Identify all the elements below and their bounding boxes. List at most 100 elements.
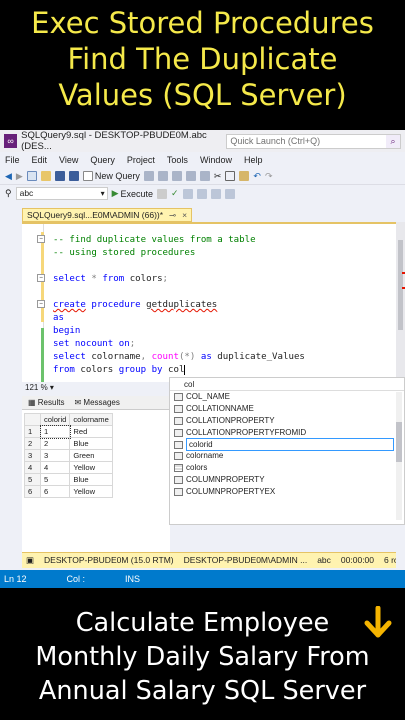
table-row[interactable]: 6 6 Yellow	[24, 485, 113, 498]
query-editor[interactable]: − − − -- find duplicate values from a ta…	[22, 222, 396, 384]
intellisense-item[interactable]: colorname	[170, 450, 404, 462]
forward-icon[interactable]: ▶	[16, 171, 23, 182]
status-line: Ln 12	[4, 574, 27, 584]
intellisense-item[interactable]: COLLATIONPROPERTY	[170, 415, 404, 427]
ssms-logo-icon: ∞	[4, 134, 18, 148]
connect-icon[interactable]: ⚲	[5, 188, 12, 199]
status-time: 00:00:00	[340, 555, 375, 565]
db-query-icon[interactable]	[143, 171, 154, 181]
code-line: begin	[53, 326, 81, 336]
table-row[interactable]: 1 1 Red	[24, 424, 113, 439]
editor-gutter: − − −	[22, 224, 45, 384]
plan-icon[interactable]	[196, 188, 207, 199]
change-marker	[41, 328, 44, 384]
menu-file[interactable]: File	[5, 155, 20, 165]
stop-icon[interactable]	[157, 188, 168, 199]
results-to-grid-icon[interactable]	[182, 188, 193, 199]
status-column: Col :	[66, 574, 86, 584]
collapse-toggle-icon[interactable]: −	[37, 274, 45, 282]
code-line: create procedure getduplicates	[53, 300, 218, 310]
intellisense-item[interactable]: colors	[170, 462, 404, 474]
column-icon	[174, 452, 183, 461]
close-icon[interactable]: ×	[182, 209, 187, 221]
cut-icon[interactable]: ✂	[214, 171, 222, 182]
dax-query-icon[interactable]	[199, 171, 210, 181]
intellisense-item[interactable]: COLUMNPROPERTYEX	[170, 486, 404, 498]
open-folder-icon[interactable]	[40, 171, 51, 181]
editor-scrollbar[interactable]	[396, 222, 405, 382]
title-line-1: Exec Stored Procedures	[31, 6, 374, 40]
code-line: as	[53, 313, 64, 323]
save-icon[interactable]	[54, 171, 65, 181]
database-select[interactable]: abc	[15, 187, 108, 200]
status-user: DESKTOP-PBUDE0M\ADMIN ...	[183, 555, 308, 565]
pin-icon[interactable]: ⊸	[169, 209, 176, 221]
title-line-2: Find The Duplicate	[67, 42, 338, 76]
column-header[interactable]: colorname	[69, 413, 113, 426]
video-title-top: Exec Stored Procedures Find The Duplicat…	[0, 0, 405, 128]
parse-icon[interactable]: ✓	[171, 188, 179, 199]
new-query-icon	[82, 171, 93, 181]
undo-icon[interactable]: ↶	[253, 171, 261, 182]
xmla-query-icon[interactable]	[185, 171, 196, 181]
menu-window[interactable]: Window	[200, 155, 232, 165]
tab-messages[interactable]: ✉ Messages	[74, 396, 119, 409]
intellisense-item-selected[interactable]: colorid	[170, 437, 404, 452]
execute-button[interactable]: ▶ Execute	[112, 188, 153, 199]
comment-icon[interactable]	[210, 188, 221, 199]
new-query-button[interactable]: New Query	[82, 171, 140, 181]
table-row[interactable]: 2 2 Blue	[24, 437, 113, 450]
save-all-icon[interactable]	[68, 171, 79, 181]
collapse-toggle-icon[interactable]: −	[37, 300, 45, 308]
copy-icon[interactable]	[225, 171, 236, 181]
execute-play-icon: ▶	[111, 188, 119, 198]
status-rows: 6 rows	[384, 555, 396, 565]
menu-view[interactable]: View	[59, 155, 78, 165]
intellisense-item[interactable]: COL_NAME	[170, 391, 404, 403]
menu-query[interactable]: Query	[90, 155, 115, 165]
title-line-1: Calculate Employee	[75, 608, 330, 638]
column-header[interactable]: colorid	[39, 413, 71, 426]
title-line-3: Annual Salary SQL Server	[38, 676, 367, 706]
scrollbar-thumb[interactable]	[398, 240, 403, 330]
tab-results[interactable]: ▦ Results	[28, 396, 64, 409]
new-file-icon[interactable]	[26, 171, 37, 181]
server-icon: ▣	[26, 555, 35, 565]
redo-icon[interactable]: ↷	[265, 171, 273, 182]
window-title: SQLQuery9.sql - DESKTOP-PBUDE0M.abc (DES…	[21, 130, 207, 152]
intellisense-item[interactable]: COLLATIONNAME	[170, 403, 404, 415]
menu-tools[interactable]: Tools	[167, 155, 188, 165]
menu-edit[interactable]: Edit	[32, 155, 48, 165]
table-row[interactable]: 5 5 Blue	[24, 473, 113, 486]
table-icon	[174, 464, 183, 473]
table-row[interactable]: 3 3 Green	[24, 449, 113, 462]
paste-icon[interactable]	[239, 171, 250, 181]
results-grid[interactable]: colorid colorname 1 1 Red 2 2 Blue 3 3 G…	[22, 410, 170, 560]
code-lines: -- find duplicate values from a table --…	[53, 234, 305, 377]
code-line: select colorname, count(*) as duplicate_…	[53, 352, 305, 362]
search-icon[interactable]: ⌕	[386, 134, 401, 148]
results-table: colorid colorname 1 1 Red 2 2 Blue 3 3 G…	[24, 413, 113, 498]
down-arrow-icon	[364, 606, 392, 638]
menu-project[interactable]: Project	[127, 155, 155, 165]
quick-launch-input[interactable]: Quick Launch (Ctrl+Q) ⌕	[226, 133, 402, 149]
menu-help[interactable]: Help	[244, 155, 263, 165]
zoom-level[interactable]: 121 % ▾	[22, 382, 177, 394]
intellisense-item[interactable]: COLUMNPROPERTY	[170, 474, 404, 486]
status-insert-mode: INS	[125, 574, 141, 584]
table-row[interactable]: 4 4 Yellow	[24, 461, 113, 474]
title-line-2: Monthly Daily Salary From	[35, 642, 370, 672]
indent-icon[interactable]	[224, 188, 235, 199]
query-status-bar: ▣ DESKTOP-PBUDE0M (15.0 RTM) DESKTOP-PBU…	[22, 552, 396, 568]
code-line: from colors group by col	[53, 365, 186, 375]
title-line-3: Values (SQL Server)	[58, 78, 347, 112]
mdx-query-icon[interactable]	[157, 171, 168, 181]
back-icon[interactable]: ◀	[5, 171, 12, 182]
query-tab[interactable]: SQLQuery9.sql...E0M\ADMIN (66))* ⊸ ×	[22, 208, 193, 222]
collapse-toggle-icon[interactable]: −	[37, 235, 45, 243]
intellisense-scrollbar[interactable]	[396, 392, 402, 520]
function-icon	[174, 392, 183, 401]
dmx-query-icon[interactable]	[171, 171, 182, 181]
